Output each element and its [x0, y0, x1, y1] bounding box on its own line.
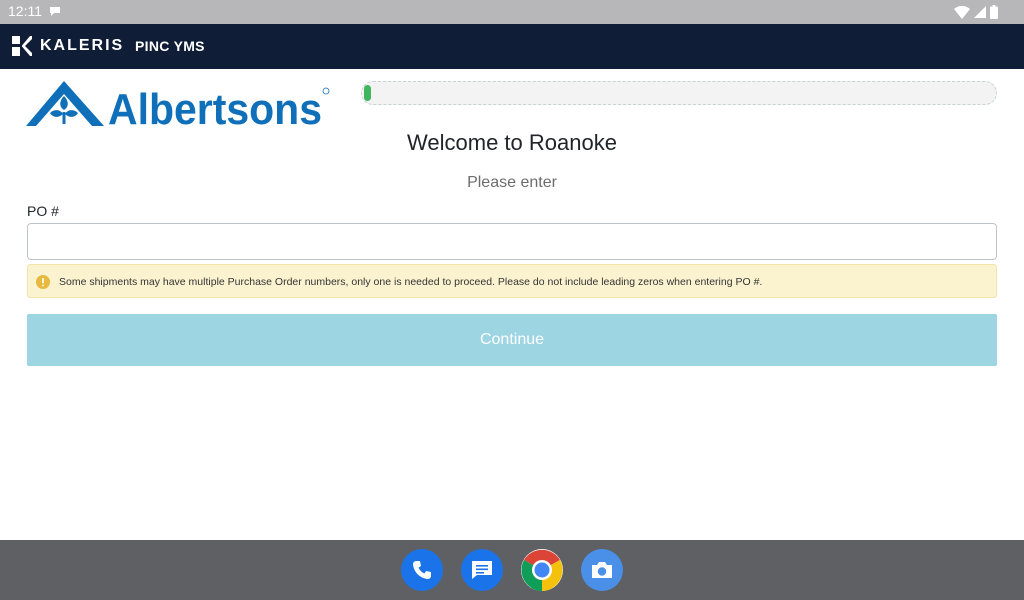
notification-icon [50, 7, 60, 16]
po-number-input[interactable] [27, 223, 997, 260]
camera-app[interactable] [581, 549, 623, 591]
po-number-label: PO # [27, 203, 59, 219]
app-header: KALERIS PINC YMS [0, 24, 1024, 69]
continue-button[interactable]: Continue [27, 314, 997, 366]
progress-fill [364, 85, 371, 101]
progress-bar [361, 81, 997, 105]
status-indicators [954, 5, 998, 19]
status-bar: 12:11 [0, 0, 1024, 24]
messages-app[interactable] [461, 549, 503, 591]
instruction-text: Please enter [467, 174, 557, 191]
notice-text: Some shipments may have multiple Purchas… [59, 276, 763, 288]
chrome-app[interactable] [521, 549, 563, 591]
chrome-icon [521, 549, 563, 591]
albertsons-logo: Albertsons [26, 81, 330, 129]
battery-icon [990, 5, 998, 19]
page-title: Welcome to Roanoke [407, 130, 617, 155]
kaleris-logo-icon [12, 36, 32, 56]
info-notice: Some shipments may have multiple Purchas… [27, 264, 997, 298]
albertsons-wordmark: Albertsons [108, 85, 322, 129]
wifi-icon [954, 5, 970, 19]
phone-icon [413, 561, 431, 579]
app-name: PINC YMS [135, 38, 205, 54]
phone-app[interactable] [401, 549, 443, 591]
app-dock [0, 540, 1024, 600]
status-time: 12:11 [8, 3, 42, 19]
messages-icon [472, 561, 492, 579]
cellular-icon [974, 6, 986, 18]
info-warning-icon [36, 275, 50, 289]
camera-icon [592, 562, 612, 578]
brand-name: KALERIS [40, 37, 125, 54]
